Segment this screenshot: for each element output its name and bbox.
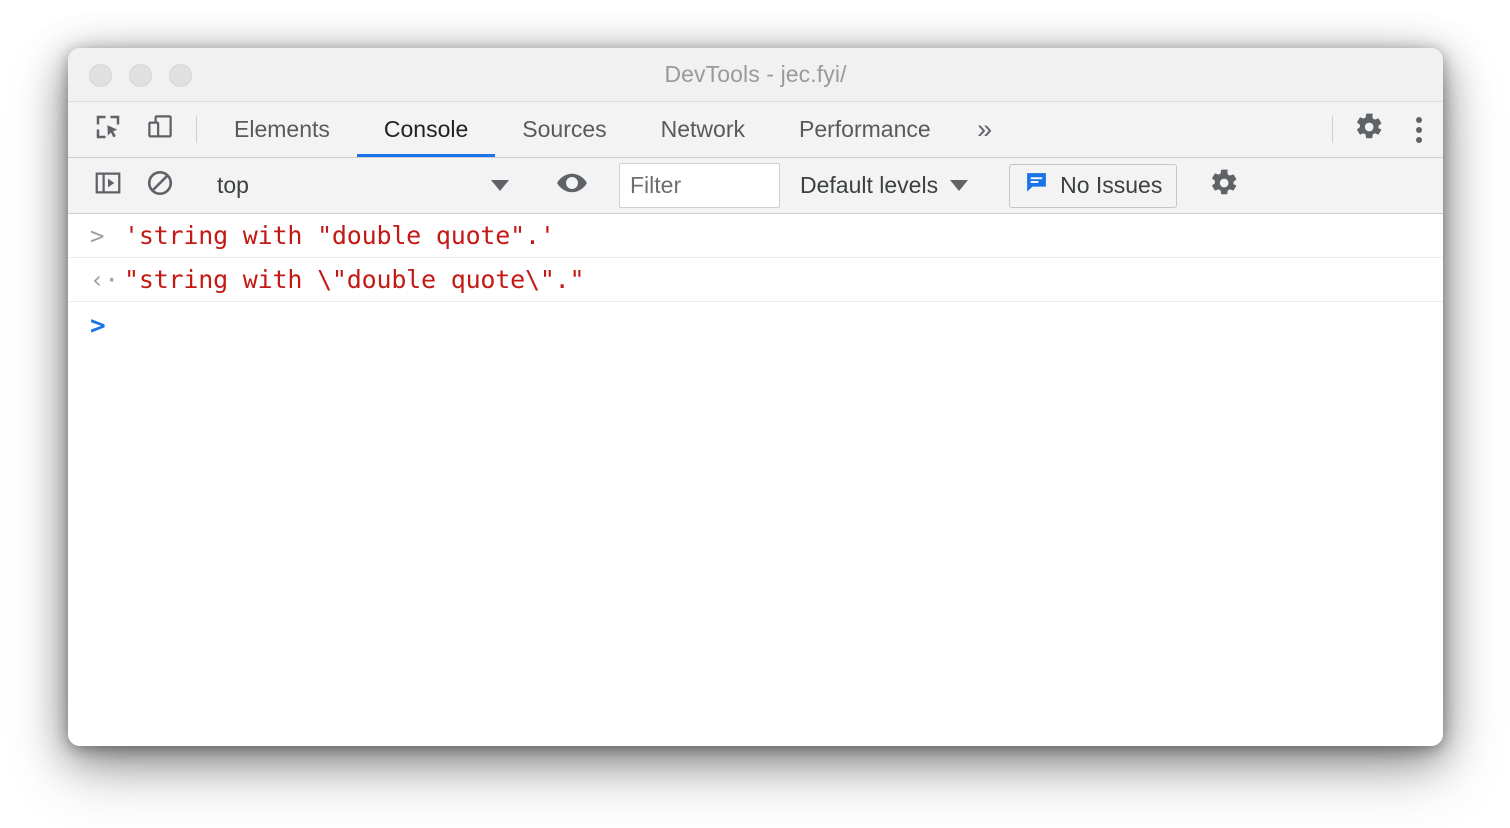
tab-network[interactable]: Network — [634, 102, 772, 157]
console-toolbar: top Default levels — [68, 158, 1443, 214]
close-button[interactable] — [89, 63, 112, 87]
chevron-double-right-icon: » — [977, 114, 993, 144]
devtools-tabbar: Elements Console Sources Network Perform… — [68, 102, 1443, 158]
console-sidebar-icon — [93, 168, 123, 203]
title-bar: DevTools - jec.fyi/ — [68, 48, 1443, 102]
log-levels-label: Default levels — [800, 172, 939, 198]
console-result-marker: ‹· — [90, 265, 119, 294]
tab-console[interactable]: Console — [356, 102, 496, 157]
console-prompt-row[interactable]: > — [68, 302, 1443, 350]
console-input-text: 'string with "double quote".' — [124, 221, 555, 250]
tabbar-spacer — [1012, 102, 1322, 157]
execution-context-selector[interactable]: top — [207, 172, 525, 199]
devtools-settings-button[interactable] — [1343, 102, 1395, 157]
device-toolbar-button[interactable] — [134, 102, 186, 157]
console-prompt-caret-icon: > — [90, 311, 106, 341]
more-tabs-button[interactable]: » — [958, 102, 1012, 157]
gear-icon — [1353, 111, 1385, 148]
tabbar-divider-right — [1332, 116, 1333, 143]
devtools-main-menu-button[interactable] — [1395, 102, 1443, 157]
minimize-button[interactable] — [129, 63, 152, 87]
console-input-marker: > — [90, 221, 105, 250]
tab-elements-label: Elements — [234, 116, 330, 142]
clear-console-icon — [145, 168, 175, 203]
window-title: DevTools - jec.fyi/ — [664, 61, 847, 87]
devtools-window: DevTools - jec.fyi/ Elements Console Sou… — [68, 48, 1443, 746]
tab-console-label: Console — [383, 116, 469, 142]
tab-performance-label: Performance — [799, 116, 931, 142]
window-traffic-lights — [89, 48, 192, 102]
maximize-button[interactable] — [169, 63, 192, 87]
device-toolbar-icon — [145, 112, 175, 147]
issues-counter-button[interactable]: No Issues — [1009, 163, 1178, 208]
inspect-element-icon — [93, 112, 123, 147]
issues-counter-label: No Issues — [1060, 172, 1163, 198]
more-vertical-icon-dot-2 — [1416, 126, 1422, 133]
chevron-down-icon — [950, 180, 969, 191]
console-message-list[interactable]: > 'string with "double quote".' ‹· "stri… — [68, 214, 1443, 746]
console-sidebar-toggle-button[interactable] — [82, 168, 134, 203]
tab-elements[interactable]: Elements — [207, 102, 357, 157]
more-vertical-icon-dot-3 — [1416, 136, 1422, 143]
execution-context-label: top — [217, 172, 249, 198]
tab-sources[interactable]: Sources — [495, 102, 633, 157]
console-settings-button[interactable] — [1198, 167, 1250, 204]
live-expression-button[interactable] — [546, 166, 598, 205]
clear-console-button[interactable] — [134, 168, 186, 203]
more-vertical-icon-dot-1 — [1416, 116, 1422, 123]
console-row-result[interactable]: ‹· "string with \"double quote\"." — [68, 258, 1443, 302]
tab-performance[interactable]: Performance — [772, 102, 958, 157]
console-filter-input[interactable] — [619, 163, 780, 208]
issues-message-icon — [1024, 170, 1049, 201]
console-result-text: "string with \"double quote\"." — [124, 265, 585, 294]
tab-network-label: Network — [660, 116, 745, 142]
console-row-input[interactable]: > 'string with "double quote".' — [68, 214, 1443, 258]
live-expression-eye-icon — [555, 166, 589, 205]
chevron-down-icon — [491, 180, 509, 191]
inspect-element-button[interactable] — [82, 102, 134, 157]
log-levels-selector[interactable]: Default levels — [780, 172, 988, 199]
console-settings-gear-icon — [1208, 167, 1240, 204]
tabbar-divider-left — [196, 116, 197, 143]
screenshot-stage: DevTools - jec.fyi/ Elements Console Sou… — [0, 0, 1510, 828]
tab-sources-label: Sources — [522, 116, 607, 142]
